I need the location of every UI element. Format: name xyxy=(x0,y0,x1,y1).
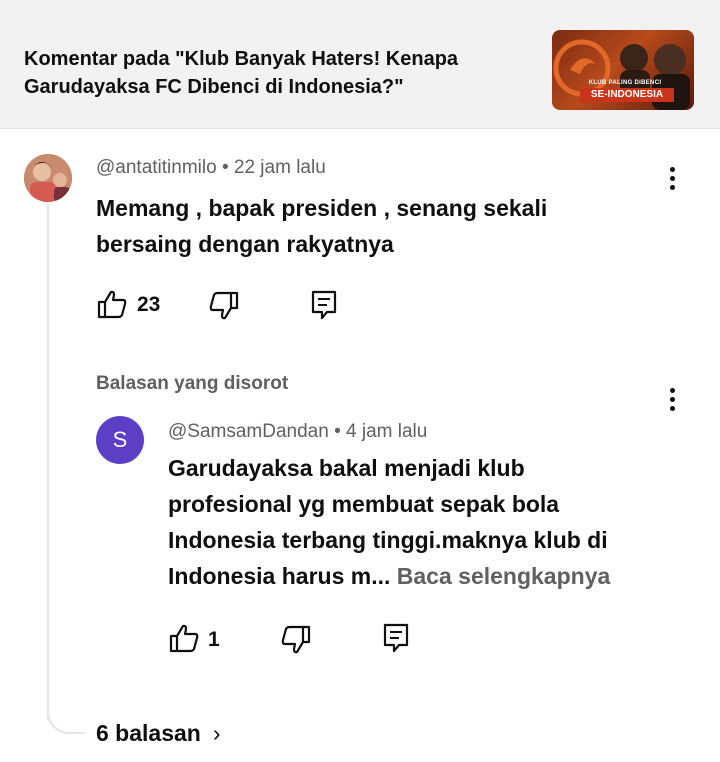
like-button[interactable] xyxy=(168,622,200,659)
reply-comment-icon xyxy=(383,623,409,653)
chevron-right-icon: › xyxy=(212,720,221,746)
thumbs-down-icon xyxy=(209,291,239,320)
reply-text-line-last: Indonesia harus m... Baca selengkapnya xyxy=(168,558,688,594)
comments-header: Komentar pada "Klub Banyak Haters! Kenap… xyxy=(0,0,720,129)
video-thumbnail[interactable]: KLUB PALING DIBENCI SE-INDONESIA xyxy=(552,30,694,110)
read-more-link[interactable]: Baca selengkapnya xyxy=(397,563,611,589)
comment-text-line: bersaing dengan rakyatnya xyxy=(96,231,394,257)
reply-meta: @SamsamDandan • 4 jam lalu xyxy=(168,421,427,443)
reply-text: Garudayaksa bakal menjadi klub profesion… xyxy=(168,450,688,594)
thumbs-up-icon xyxy=(97,290,127,319)
thumbs-up-icon xyxy=(169,624,199,653)
reply-button[interactable] xyxy=(310,289,338,326)
avatar[interactable] xyxy=(24,154,72,202)
highlighted-replies-label: Balasan yang disorot xyxy=(96,373,289,394)
thread-connector xyxy=(47,205,49,720)
reply-comment-icon xyxy=(311,290,337,320)
reply-button[interactable] xyxy=(382,622,410,659)
replies-count-label: 6 balasan xyxy=(96,720,201,746)
dislike-button[interactable] xyxy=(280,624,312,661)
avatar-photo xyxy=(24,154,72,202)
reply-text-line: profesional yg membuat sepak bola xyxy=(168,491,560,517)
like-count: 23 xyxy=(137,293,161,316)
avatar[interactable]: S xyxy=(96,416,144,464)
more-vert-icon[interactable] xyxy=(662,164,682,194)
meta-separator: • xyxy=(221,157,234,178)
comment-meta: @antatitinmilo • 22 jam lalu xyxy=(96,157,326,179)
comment-text-line: Memang , bapak presiden , senang sekali xyxy=(96,195,548,221)
thread-connector-curve xyxy=(47,700,85,734)
thumbnail-caption-top: KLUB PALING DIBENCI xyxy=(588,80,662,86)
comment-time: 22 jam lalu xyxy=(233,157,326,178)
reply-text-line: Indonesia terbang tinggi.maknya klub di xyxy=(168,527,608,553)
meta-separator: • xyxy=(334,421,347,442)
comment-author[interactable]: @antatitinmilo xyxy=(96,157,217,178)
comment-text: Memang , bapak presiden , senang sekali … xyxy=(96,190,656,262)
thumbnail-caption: SE-INDONESIA xyxy=(580,88,674,102)
thumbs-down-icon xyxy=(281,625,311,654)
reply-text-truncated: Indonesia harus m... xyxy=(168,563,391,589)
reply-author[interactable]: @SamsamDandan xyxy=(168,421,329,442)
dislike-button[interactable] xyxy=(208,290,240,327)
more-vert-icon[interactable] xyxy=(662,385,682,415)
view-replies-button[interactable]: 6 balasan › xyxy=(96,720,221,747)
like-count: 1 xyxy=(208,628,220,651)
header-title: Komentar pada "Klub Banyak Haters! Kenap… xyxy=(24,48,459,98)
like-button[interactable] xyxy=(96,288,128,325)
reply-text-line: Garudayaksa bakal menjadi klub xyxy=(168,455,525,481)
reply-time: 4 jam lalu xyxy=(346,421,428,442)
